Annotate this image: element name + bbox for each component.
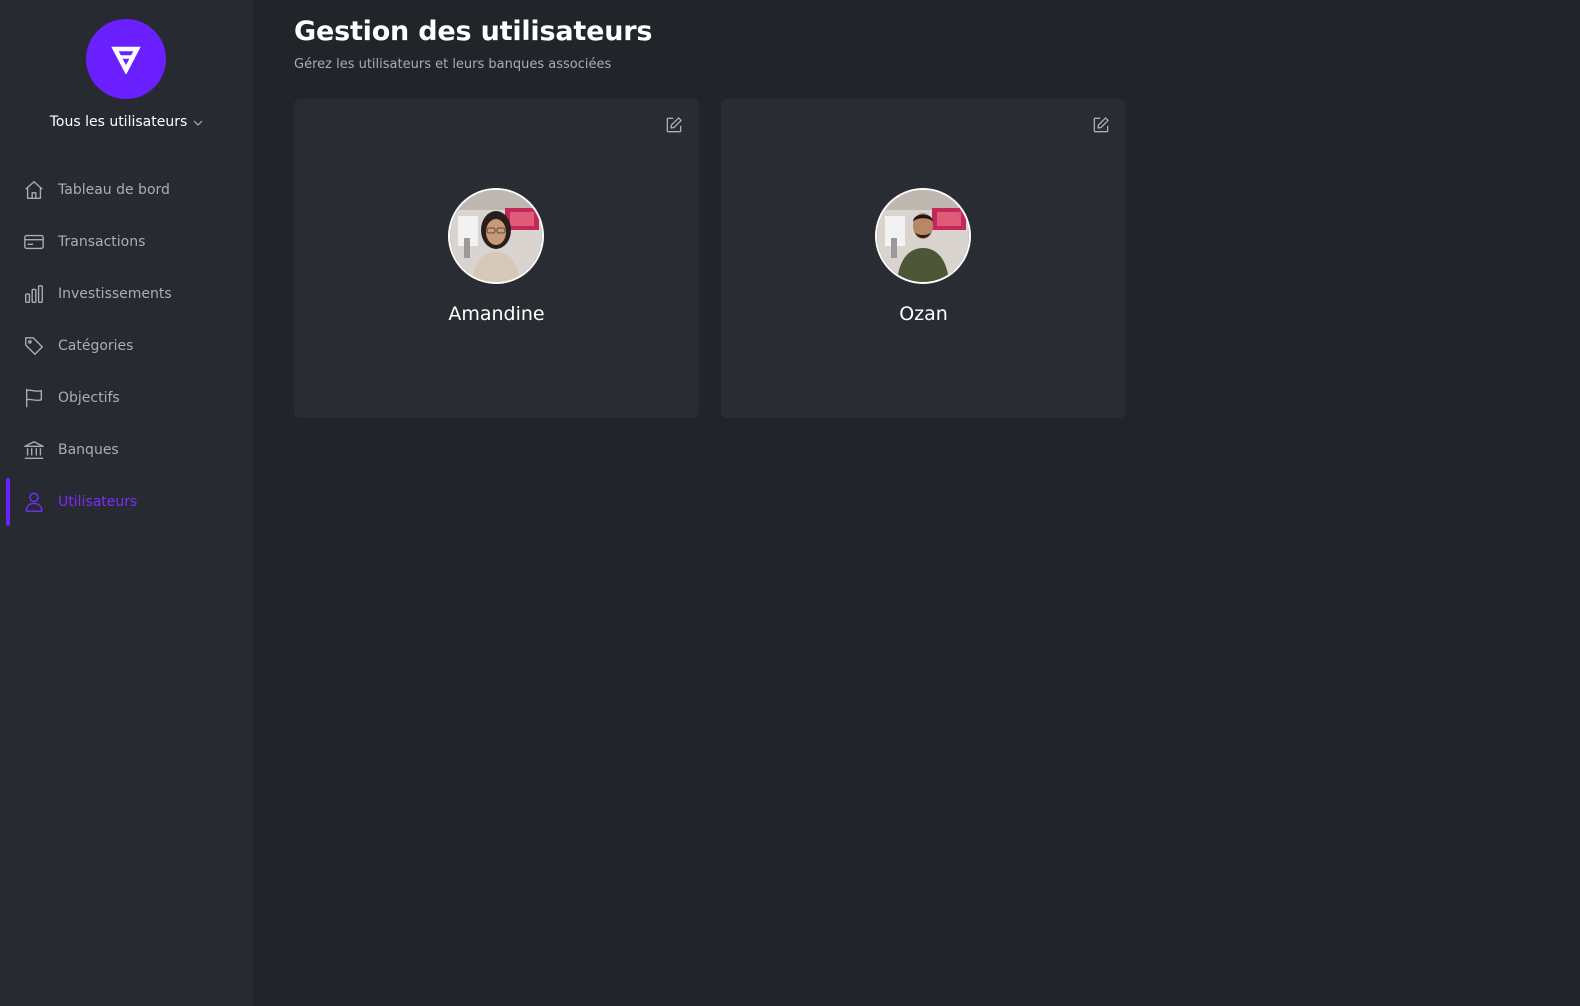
app-logo[interactable] [86, 19, 166, 99]
user-card[interactable]: Ozan [721, 99, 1126, 418]
sidebar-item-utilisateurs[interactable]: Utilisateurs [0, 476, 253, 528]
bar-chart-icon [22, 282, 46, 306]
edit-user-button[interactable] [664, 115, 684, 135]
sidebar-item-transactions[interactable]: Transactions [0, 216, 253, 268]
sidebar-item-label: Transactions [58, 234, 146, 250]
sidebar-item-label: Tableau de bord [58, 182, 170, 198]
user-card[interactable]: Amandine [294, 99, 699, 418]
user-icon [22, 490, 46, 514]
sidebar-item-categories[interactable]: Catégories [0, 320, 253, 372]
credit-card-icon [22, 230, 46, 254]
sidebar-item-label: Objectifs [58, 390, 120, 406]
main-content: Gestion des utilisateurs Gérez les utili… [253, 0, 1580, 1006]
chevron-down-icon [193, 120, 203, 126]
user-name: Ozan [899, 303, 948, 325]
sidebar-item-label: Banques [58, 442, 119, 458]
user-filter-dropdown[interactable]: Tous les utilisateurs [0, 110, 253, 134]
page-title: Gestion des utilisateurs [294, 16, 653, 47]
edit-user-button[interactable] [1091, 115, 1111, 135]
flag-icon [22, 386, 46, 410]
edit-icon [1093, 117, 1109, 133]
app-logo-icon [111, 46, 141, 74]
sidebar-item-label: Utilisateurs [58, 494, 138, 510]
home-icon [22, 178, 46, 202]
bank-icon [22, 438, 46, 462]
user-name: Amandine [448, 303, 545, 325]
sidebar-item-label: Catégories [58, 338, 134, 354]
sidebar-nav: Tableau de bord Transactions Investissem… [0, 164, 253, 528]
tag-icon [22, 334, 46, 358]
sidebar: Tous les utilisateurs Tableau de bord Tr… [0, 0, 253, 1006]
sidebar-item-tableau-de-bord[interactable]: Tableau de bord [0, 164, 253, 216]
edit-icon [666, 117, 682, 133]
sidebar-item-banques[interactable]: Banques [0, 424, 253, 476]
sidebar-item-investissements[interactable]: Investissements [0, 268, 253, 320]
sidebar-item-label: Investissements [58, 286, 172, 302]
user-filter-label: Tous les utilisateurs [49, 114, 188, 130]
avatar [448, 188, 544, 284]
page-subtitle: Gérez les utilisateurs et leurs banques … [294, 57, 612, 72]
avatar [875, 188, 971, 284]
sidebar-item-objectifs[interactable]: Objectifs [0, 372, 253, 424]
